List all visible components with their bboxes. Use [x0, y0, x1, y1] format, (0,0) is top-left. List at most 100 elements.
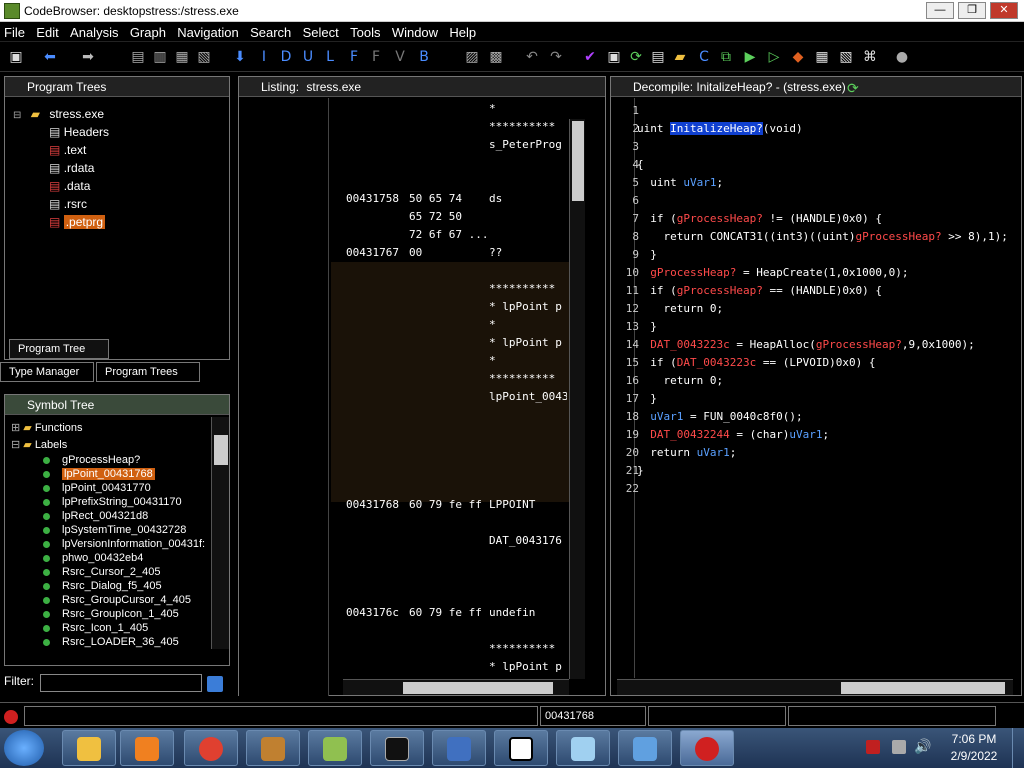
listing-mn[interactable]: DAT_0043176 [489, 534, 562, 547]
maximize-button[interactable]: ❐ [958, 2, 986, 19]
clock-time[interactable]: 7:06 PM [944, 732, 1004, 746]
copy-icon[interactable]: ▨ [462, 47, 482, 67]
references-icon[interactable]: ▧ [836, 47, 856, 67]
forward-arrow-icon[interactable]: ➡ [78, 47, 98, 67]
listing-hscroll[interactable] [343, 679, 569, 695]
listing-mn[interactable]: lpPoint_0043 [489, 390, 567, 403]
nav-label-icon[interactable]: L [320, 47, 340, 67]
checkmark-icon[interactable]: ✔ [580, 47, 600, 67]
back-arrow-icon[interactable]: ⬅ [40, 47, 60, 67]
code-line[interactable]: uint InitalizeHeap?(void) [637, 122, 803, 135]
tree-item-headers[interactable]: Headers [64, 125, 109, 139]
menu-select[interactable]: Select [299, 22, 343, 40]
listing-mn[interactable]: * lpPoint p [489, 660, 562, 673]
redo-icon[interactable]: ↷ [546, 47, 566, 67]
listing-bytes[interactable]: 00 [409, 246, 422, 259]
close-button[interactable]: ✕ [990, 2, 1018, 19]
tree-item-rdata[interactable]: .rdata [64, 161, 95, 175]
collapse-toggle-icon[interactable]: ⊟ [13, 110, 21, 121]
scroll-thumb[interactable] [214, 435, 228, 465]
filter-input[interactable] [40, 674, 202, 692]
expand-toggle-icon[interactable]: ⊞ [11, 422, 20, 434]
tray-volume-icon[interactable]: 🔊 [914, 738, 931, 755]
nav-data-icon[interactable]: D [276, 47, 296, 67]
taskbar-media-player[interactable] [120, 730, 174, 766]
listing-mn[interactable]: s_PeterProg [489, 138, 562, 151]
tree-root-stress[interactable]: stress.exe [49, 107, 104, 121]
nav-undefined-icon[interactable]: U [298, 47, 318, 67]
tab-type-manager[interactable]: Type Manager [0, 362, 94, 382]
list-item[interactable]: Rsrc_Icon_1_405 [43, 622, 148, 634]
code-line[interactable]: if (DAT_0043223c == (LPVOID)0x0) { [637, 356, 875, 369]
menu-search[interactable]: Search [246, 22, 295, 40]
list-item[interactable]: gProcessHeap? [43, 454, 140, 466]
bookmark-next-icon[interactable]: ▥ [150, 47, 170, 67]
taskbar-shield[interactable] [432, 730, 486, 766]
code-line[interactable]: if (gProcessHeap? != (HANDLE)0x0) { [637, 212, 882, 225]
list-item[interactable]: Rsrc_Cursor_2_405 [43, 566, 160, 578]
code-line[interactable]: gProcessHeap? = HeapCreate(1,0x1000,0); [637, 266, 908, 279]
listing-mn[interactable]: * [489, 102, 496, 115]
symbol-table-icon[interactable]: ▦ [812, 47, 832, 67]
listing-mn[interactable]: * lpPoint p [489, 336, 562, 349]
list-item[interactable]: Rsrc_GroupCursor_4_405 [43, 594, 191, 606]
filter-options-icon[interactable] [207, 676, 223, 692]
listing-mn[interactable]: ds [489, 192, 502, 205]
listing-addr[interactable]: 00431767 [346, 246, 399, 259]
code-line[interactable]: { [637, 158, 644, 171]
list-item[interactable]: Rsrc_Dialog_f5_405 [43, 580, 162, 592]
c-function-icon[interactable]: C [694, 47, 714, 67]
listing-mn[interactable]: undefin [489, 606, 535, 619]
listing-bytes[interactable]: 60 79 fe ff [409, 606, 482, 619]
taskbar-chrome[interactable] [184, 730, 238, 766]
nav-byte-icon[interactable]: B [414, 47, 434, 67]
code-line[interactable]: uVar1 = FUN_0040c8f0(); [637, 410, 802, 423]
tree-item-petprg[interactable]: .petprg [63, 215, 106, 229]
code-line[interactable]: } [637, 464, 644, 477]
tree-item-rsrc[interactable]: .rsrc [64, 197, 87, 211]
code-line[interactable]: } [637, 392, 657, 405]
collapse-toggle-icon[interactable]: ⊟ [11, 439, 20, 451]
menu-help[interactable]: Help [445, 22, 480, 40]
tree-item-data[interactable]: .data [64, 179, 91, 193]
save-icon[interactable]: ▣ [6, 47, 26, 67]
down-arrow-icon[interactable]: ⬇ [230, 47, 250, 67]
menu-graph[interactable]: Graph [126, 22, 170, 40]
clock-date[interactable]: 2/9/2022 [944, 749, 1004, 763]
decompile-content[interactable]: 1 2 uint InitalizeHeap?(void) 3 4{5 uint uVa… [611, 98, 1021, 678]
taskbar-tool[interactable] [246, 730, 300, 766]
listing-mn[interactable]: * lpPoint p [489, 300, 562, 313]
bytes-icon[interactable]: ▣ [604, 47, 624, 67]
listing-mn[interactable]: * [489, 318, 496, 331]
help-bubble-icon[interactable]: ● [892, 47, 912, 67]
menu-edit[interactable]: Edit [32, 22, 62, 40]
run-script-icon[interactable]: ▶ [740, 47, 760, 67]
listing-bytes[interactable]: 65 72 50 [409, 210, 462, 223]
folder-icon[interactable]: ▰ [670, 47, 690, 67]
listing-bytes[interactable]: 60 79 fe ff [409, 498, 482, 511]
code-line[interactable]: if (gProcessHeap? == (HANDLE)0x0) { [637, 284, 882, 297]
code-line[interactable]: return uVar1; [637, 446, 736, 459]
minimize-button[interactable]: — [926, 2, 954, 19]
code-line[interactable]: DAT_00432244 = (char)uVar1; [637, 428, 829, 441]
nav-non-function-icon[interactable]: F [366, 47, 386, 67]
tray-flag-icon[interactable] [866, 740, 880, 754]
function-graph-icon[interactable]: ⧉ [716, 47, 736, 67]
folder-functions[interactable]: Functions [35, 422, 83, 434]
scroll-thumb[interactable] [841, 682, 1005, 694]
list-item[interactable]: Rsrc_GroupIcon_1_405 [43, 608, 179, 620]
code-line[interactable]: } [637, 248, 657, 261]
taskbar-explorer[interactable] [62, 730, 116, 766]
listing-mn[interactable]: LPPOINT [489, 498, 535, 511]
listing-bytes[interactable]: 50 65 74 [409, 192, 462, 205]
bookmark-icon[interactable]: ▤ [128, 47, 148, 67]
listing-addr[interactable]: 0043176c [346, 606, 399, 619]
refresh-icon[interactable]: ⟳ [847, 80, 859, 97]
undo-icon[interactable]: ↶ [522, 47, 542, 67]
listing-mn[interactable]: ********** [489, 120, 555, 133]
bookmark-prev-icon[interactable]: ▦ [172, 47, 192, 67]
code-line[interactable]: return 0; [637, 302, 723, 315]
list-item[interactable]: lpVersionInformation_00431f: [43, 538, 213, 550]
listing-mn[interactable]: ********** [489, 372, 555, 385]
taskbar-notepad[interactable] [556, 730, 610, 766]
